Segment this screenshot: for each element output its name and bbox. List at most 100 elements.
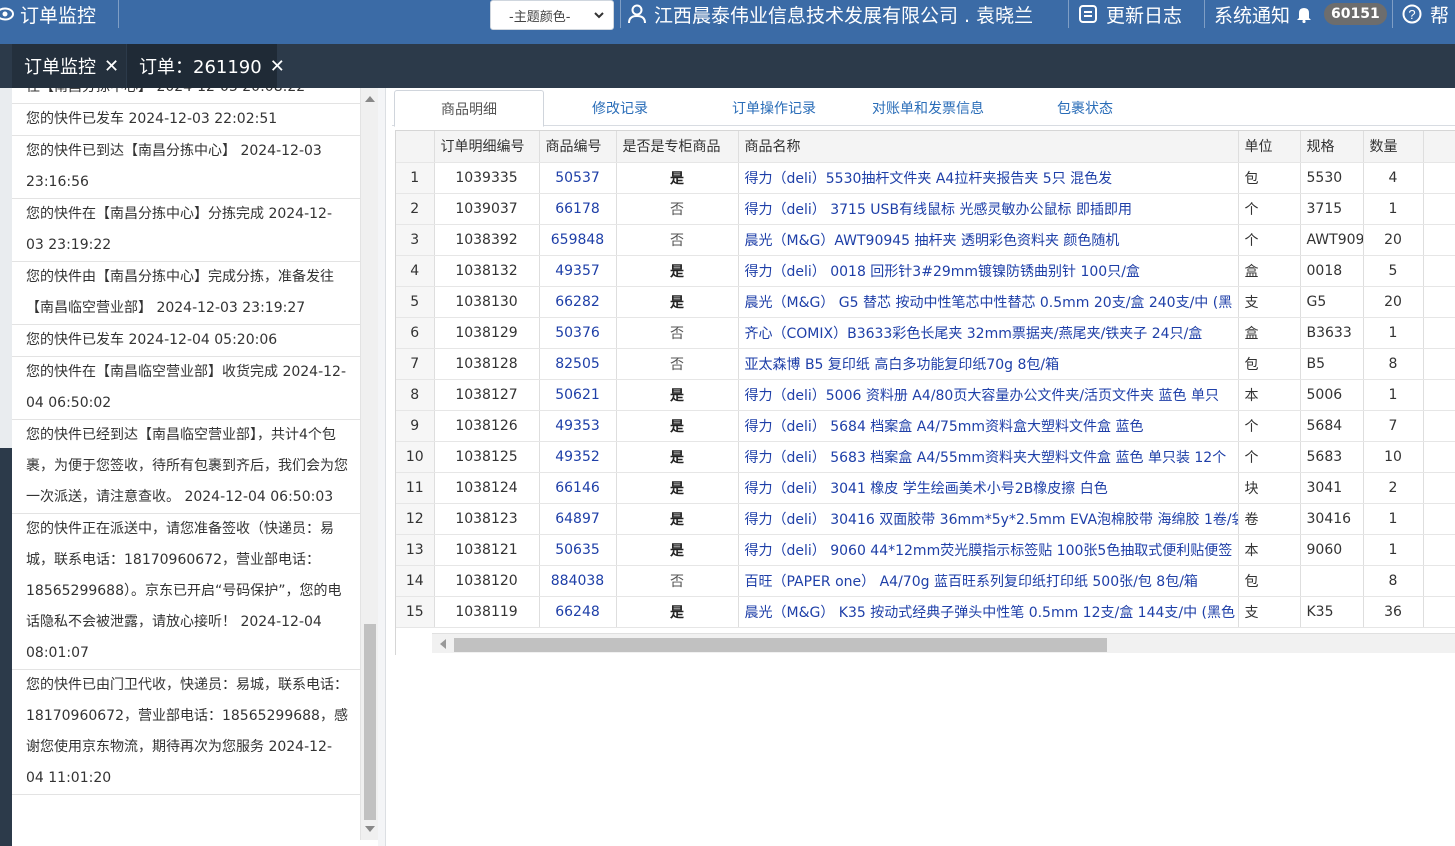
product-no-link[interactable]: 50537 bbox=[539, 162, 617, 194]
help-icon: ? bbox=[1402, 4, 1422, 24]
help-button[interactable]: ? 帮 bbox=[1402, 0, 1449, 28]
product-no-link[interactable]: 50376 bbox=[539, 317, 617, 349]
product-name-link[interactable]: 晨光（M&G） G5 替芯 按动中性笔芯中性替芯 0.5mm 20支/盒 240… bbox=[738, 286, 1239, 318]
product-name-link[interactable]: 得力（deli） 9060 44*12mm荧光膜指示标签贴 100张5色抽取式便… bbox=[738, 534, 1239, 566]
col-header-qty[interactable]: 数量 bbox=[1363, 131, 1424, 163]
tab-order-detail[interactable]: 订单：261190 ✕ bbox=[127, 44, 285, 88]
product-name-link[interactable]: 晨光（M&G） K35 按动式经典子弹头中性笔 0.5mm 12支/盒 144支… bbox=[738, 596, 1239, 628]
table-row[interactable]: 7 1038128 82505 否亚太森博 B5 复印纸 高白多功能复印纸70g 8包… bbox=[396, 348, 1455, 380]
table-row[interactable]: 3 1038392 659848 否晨光（M&G）AWT90945 抽杆夹 透明彩色资… bbox=[396, 224, 1455, 256]
unit-cell: 支 bbox=[1238, 286, 1301, 318]
table-row[interactable]: 14 1038120 884038 否百旺（PAPER one） A4/70g 蓝百旺… bbox=[396, 565, 1455, 597]
unit-cell: 本 bbox=[1238, 534, 1301, 566]
table-row[interactable]: 15 1038119 66248 是晨光（M&G） K35 按动式经典子弹头中性笔 0… bbox=[396, 596, 1455, 628]
product-no-link[interactable]: 66282 bbox=[539, 286, 617, 318]
product-no-link[interactable]: 884038 bbox=[539, 565, 617, 597]
product-name-link[interactable]: 得力（deli） 5683 档案盒 A4/55mm资料夹大塑料文件盒 蓝色 单只… bbox=[738, 441, 1239, 473]
table-row[interactable]: 12 1038123 64897 是得力（deli） 30416 双面胶带 36mm*… bbox=[396, 503, 1455, 535]
row-index-cell: 15 bbox=[396, 596, 435, 628]
product-name-link[interactable]: 晨光（M&G）AWT90945 抽杆夹 透明彩色资料夹 颜色随机 bbox=[738, 224, 1239, 256]
table-row[interactable]: 2 1039037 66178 否得力（deli） 3715 USB有线鼠标 光感灵敏… bbox=[396, 193, 1455, 225]
table-row[interactable]: 10 1038125 49352 是得力（deli） 5683 档案盒 A4/55mm… bbox=[396, 441, 1455, 473]
col-header-unit[interactable]: 单位 bbox=[1238, 131, 1301, 163]
qty-cell: 1 bbox=[1363, 317, 1424, 349]
table-row[interactable]: 1 1039335 50537 是得力（deli）5530抽杆文件夹 A4拉杆夹报告夹… bbox=[396, 162, 1455, 194]
grid-horizontal-scrollbar[interactable] bbox=[432, 633, 1455, 653]
scroll-up-arrow[interactable] bbox=[365, 96, 375, 102]
product-name-link[interactable]: 亚太森博 B5 复印纸 高白多功能复印纸70g 8包/箱 bbox=[738, 348, 1239, 380]
special-counter-cell: 是 bbox=[616, 534, 739, 566]
product-name-link[interactable]: 百旺（PAPER one） A4/70g 蓝百旺系列复印纸打印纸 500张/包 … bbox=[738, 565, 1239, 597]
col-header-product-no[interactable]: 商品编号 bbox=[539, 131, 617, 163]
product-name-link[interactable]: 得力（deli） 5684 档案盒 A4/75mm资料盒大塑料文件盒 蓝色 bbox=[738, 410, 1239, 442]
detail-no-cell: 1038129 bbox=[434, 317, 540, 349]
product-no-link[interactable]: 66146 bbox=[539, 472, 617, 504]
product-no-link[interactable]: 50635 bbox=[539, 534, 617, 566]
product-no-link[interactable]: 49357 bbox=[539, 255, 617, 287]
panel-splitter[interactable] bbox=[378, 88, 386, 846]
detail-no-cell: 1038132 bbox=[434, 255, 540, 287]
product-name-link[interactable]: 得力（deli） 30416 双面胶带 36mm*5y*2.5mm EVA泡棉胶… bbox=[738, 503, 1239, 535]
tab-label: 订单监控 bbox=[24, 57, 96, 78]
extra-cell bbox=[1423, 193, 1455, 225]
scroll-thumb[interactable] bbox=[364, 624, 376, 820]
scroll-down-arrow[interactable] bbox=[365, 826, 375, 832]
user-info[interactable]: 江西晨泰伟业信息技术发展有限公司 . 袁晓兰 bbox=[628, 0, 1033, 28]
detail-no-cell: 1038120 bbox=[434, 565, 540, 597]
col-header-spec[interactable]: 规格 bbox=[1300, 131, 1364, 163]
table-row[interactable]: 4 1038132 49357 是得力（deli） 0018 回形针3#29mm镀镍防… bbox=[396, 255, 1455, 287]
col-header-special-counter[interactable]: 是否是专柜商品 bbox=[616, 131, 739, 163]
tracking-log-panel: 往【南昌分拣中心】 2024-12-03 20:08:22 您的快件已发车 20… bbox=[12, 88, 360, 840]
system-notice-button[interactable]: 系统通知 60151 bbox=[1214, 0, 1387, 28]
brand: 订单监控 bbox=[0, 0, 96, 28]
detail-no-cell: 1039037 bbox=[434, 193, 540, 225]
log-scrollbar[interactable] bbox=[360, 88, 378, 840]
scroll-left-arrow[interactable] bbox=[440, 639, 446, 649]
table-row[interactable]: 5 1038130 66282 是晨光（M&G） G5 替芯 按动中性笔芯中性替芯 0… bbox=[396, 286, 1455, 318]
product-no-link[interactable]: 64897 bbox=[539, 503, 617, 535]
col-header-detail-no[interactable]: 订单明细编号 bbox=[434, 131, 540, 163]
product-name-link[interactable]: 得力（deli） 0018 回形针3#29mm镀镍防锈曲别针 100只/盒 bbox=[738, 255, 1239, 287]
extra-cell bbox=[1423, 565, 1455, 597]
table-row[interactable]: 6 1038129 50376 否齐心（COMIX）B3633彩色长尾夹 32mm票据… bbox=[396, 317, 1455, 349]
table-row[interactable]: 9 1038126 49353 是得力（deli） 5684 档案盒 A4/75mm资… bbox=[396, 410, 1455, 442]
product-no-link[interactable]: 66178 bbox=[539, 193, 617, 225]
scroll-thumb[interactable] bbox=[454, 638, 1107, 652]
special-counter-cell: 否 bbox=[616, 224, 739, 256]
log-item: 您的快件在【南昌分拣中心】分拣完成 2024-12-03 23:19:22 bbox=[12, 199, 360, 262]
theme-color-select[interactable]: -主题颜色- bbox=[490, 0, 614, 30]
close-icon[interactable]: ✕ bbox=[270, 56, 285, 77]
subtab-change-log[interactable]: 修改记录 bbox=[592, 90, 648, 126]
table-row[interactable]: 8 1038127 50621 是得力（deli）5006 资料册 A4/80页大容量… bbox=[396, 379, 1455, 411]
subtab-statement-invoice[interactable]: 对账单和发票信息 bbox=[872, 90, 984, 126]
col-header-product-name[interactable]: 商品名称 bbox=[738, 131, 1239, 163]
spec-cell: AWT90945 bbox=[1300, 224, 1364, 256]
product-no-link[interactable]: 50621 bbox=[539, 379, 617, 411]
row-index-cell: 9 bbox=[396, 410, 435, 442]
extra-cell bbox=[1423, 162, 1455, 194]
product-name-link[interactable]: 得力（deli）5530抽杆文件夹 A4拉杆夹报告夹 5只 混色发 bbox=[738, 162, 1239, 194]
spec-cell: 5006 bbox=[1300, 379, 1364, 411]
spec-cell: 30416 bbox=[1300, 503, 1364, 535]
subtab-product-detail[interactable]: 商品明细 bbox=[394, 90, 544, 127]
update-log-button[interactable]: 更新日志 bbox=[1078, 0, 1182, 28]
product-no-link[interactable]: 49352 bbox=[539, 441, 617, 473]
tab-order-monitor[interactable]: 订单监控 ✕ bbox=[12, 44, 126, 88]
table-row[interactable]: 11 1038124 66146 是得力（deli） 3041 橡皮 学生绘画美术小号… bbox=[396, 472, 1455, 504]
spec-cell: 5530 bbox=[1300, 162, 1364, 194]
table-body: 1 1039335 50537 是得力（deli）5530抽杆文件夹 A4拉杆夹报告夹… bbox=[396, 162, 1455, 628]
product-name-link[interactable]: 齐心（COMIX）B3633彩色长尾夹 32mm票据夹/燕尾夹/铁夹子 24只/… bbox=[738, 317, 1239, 349]
extra-cell bbox=[1423, 379, 1455, 411]
subtab-package-status[interactable]: 包裹状态 bbox=[1057, 90, 1113, 126]
product-no-link[interactable]: 82505 bbox=[539, 348, 617, 380]
product-name-link[interactable]: 得力（deli） 3715 USB有线鼠标 光感灵敏办公鼠标 即插即用 bbox=[738, 193, 1239, 225]
product-no-link[interactable]: 66248 bbox=[539, 596, 617, 628]
product-name-link[interactable]: 得力（deli） 3041 橡皮 学生绘画美术小号2B橡皮擦 白色 bbox=[738, 472, 1239, 504]
close-icon[interactable]: ✕ bbox=[104, 56, 119, 77]
product-no-link[interactable]: 49353 bbox=[539, 410, 617, 442]
product-name-link[interactable]: 得力（deli）5006 资料册 A4/80页大容量办公文件夹/活页文件夹 蓝色… bbox=[738, 379, 1239, 411]
table-row[interactable]: 13 1038121 50635 是得力（deli） 9060 44*12mm荧光膜指… bbox=[396, 534, 1455, 566]
subtab-order-operation-log[interactable]: 订单操作记录 bbox=[732, 90, 816, 126]
product-no-link[interactable]: 659848 bbox=[539, 224, 617, 256]
spec-cell: 9060 bbox=[1300, 534, 1364, 566]
